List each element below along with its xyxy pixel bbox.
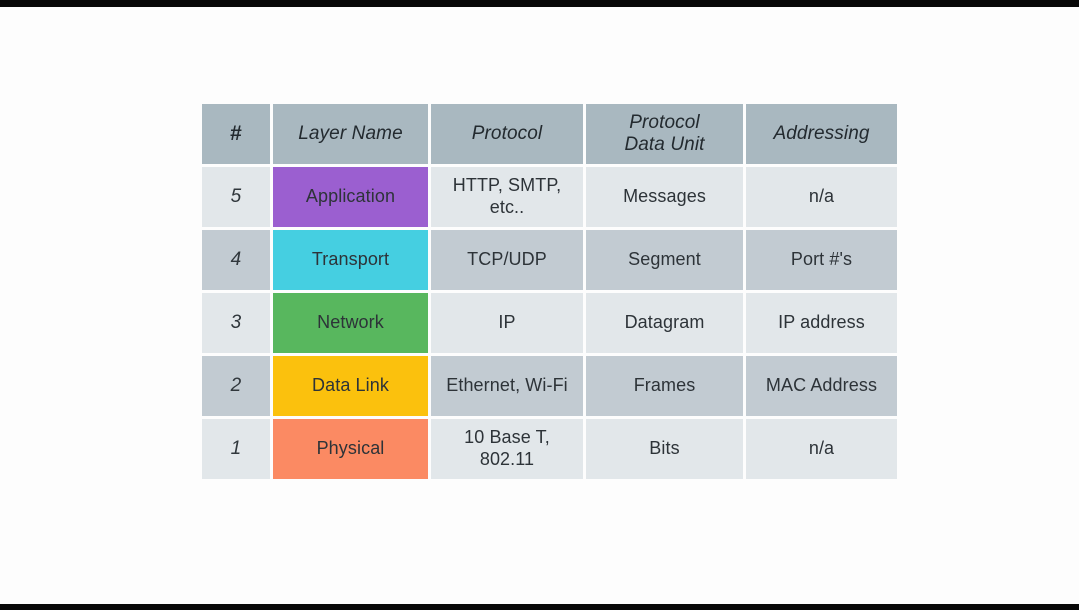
- addressing-network: IP address: [746, 293, 897, 353]
- layer-number-4: 4: [202, 230, 270, 290]
- column-header-pdu-line1: Protocol: [629, 111, 700, 133]
- column-header-protocol: Protocol: [431, 104, 583, 164]
- table-row: 1 Physical 10 Base T, 802.11 Bits n/a: [202, 419, 897, 479]
- protocol-application-line1: HTTP, SMTP,: [452, 175, 562, 196]
- pdu-transport: Segment: [586, 230, 743, 290]
- pdu-data-link: Frames: [586, 356, 743, 416]
- letterbox-bar-bottom: [0, 604, 1079, 610]
- pdu-network: Datagram: [586, 293, 743, 353]
- letterbox-bar-top: [0, 0, 1079, 7]
- protocol-application-line2: etc..: [489, 197, 525, 217]
- column-header-pdu-line2: Data Unit: [624, 134, 705, 155]
- protocol-data-link: Ethernet, Wi-Fi: [431, 356, 583, 416]
- layer-name-physical: Physical: [273, 419, 428, 479]
- layer-number-1: 1: [202, 419, 270, 479]
- table-row: 2 Data Link Ethernet, Wi-Fi Frames MAC A…: [202, 356, 897, 416]
- slide-canvas: # Layer Name Protocol Protocol Data Unit…: [0, 0, 1079, 610]
- protocol-data-link-line1: Ethernet, Wi-Fi: [446, 375, 568, 396]
- protocol-transport: TCP/UDP: [431, 230, 583, 290]
- protocol-physical: 10 Base T, 802.11: [431, 419, 583, 479]
- protocol-transport-line1: TCP/UDP: [467, 249, 547, 270]
- layer-number-5: 5: [202, 167, 270, 227]
- table-body: 5 Application HTTP, SMTP, etc.. Messages…: [202, 167, 897, 479]
- pdu-application: Messages: [586, 167, 743, 227]
- table-header-row: # Layer Name Protocol Protocol Data Unit…: [202, 104, 897, 164]
- layer-number-2: 2: [202, 356, 270, 416]
- pdu-physical: Bits: [586, 419, 743, 479]
- layer-name-application: Application: [273, 167, 428, 227]
- addressing-data-link: MAC Address: [746, 356, 897, 416]
- column-header-layer-name: Layer Name: [273, 104, 428, 164]
- layer-name-transport: Transport: [273, 230, 428, 290]
- table-row: 4 Transport TCP/UDP Segment Port #'s: [202, 230, 897, 290]
- addressing-application: n/a: [746, 167, 897, 227]
- protocol-application: HTTP, SMTP, etc..: [431, 167, 583, 227]
- protocol-physical-line1: 10 Base T,: [464, 427, 550, 448]
- addressing-transport: Port #'s: [746, 230, 897, 290]
- protocol-network-line1: IP: [498, 312, 516, 333]
- osi-layer-table-container: # Layer Name Protocol Protocol Data Unit…: [199, 101, 897, 487]
- table-row: 5 Application HTTP, SMTP, etc.. Messages…: [202, 167, 897, 227]
- column-header-protocol-data-unit: Protocol Data Unit: [586, 104, 743, 164]
- protocol-physical-line2: 802.11: [479, 449, 535, 469]
- protocol-network: IP: [431, 293, 583, 353]
- addressing-physical: n/a: [746, 419, 897, 479]
- table-row: 3 Network IP Datagram IP address: [202, 293, 897, 353]
- layer-name-network: Network: [273, 293, 428, 353]
- column-header-number: #: [202, 104, 270, 164]
- layer-name-data-link: Data Link: [273, 356, 428, 416]
- column-header-addressing: Addressing: [746, 104, 897, 164]
- osi-layer-table: # Layer Name Protocol Protocol Data Unit…: [199, 101, 900, 482]
- layer-number-3: 3: [202, 293, 270, 353]
